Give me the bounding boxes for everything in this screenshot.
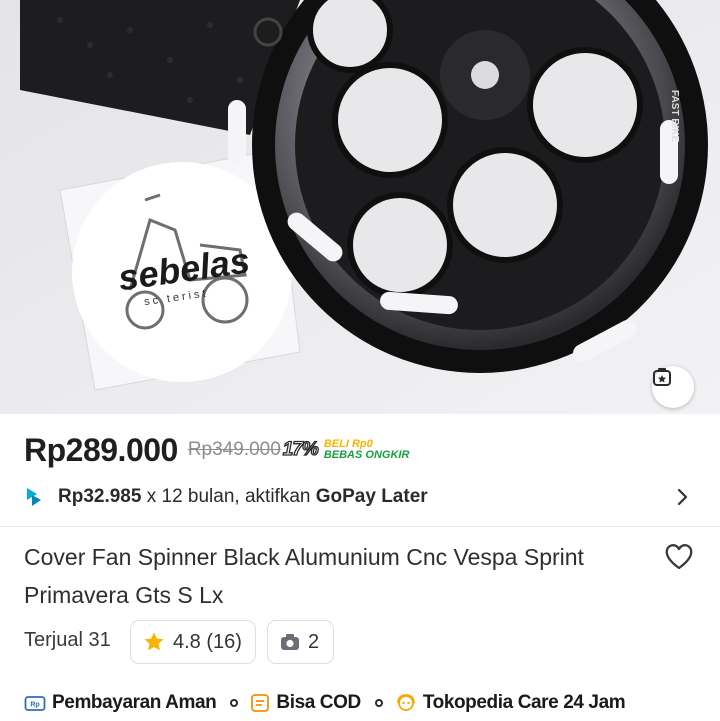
separator-dot <box>374 699 383 707</box>
gopay-icon <box>27 488 41 506</box>
product-photo: sebelas sc terist FAST BIKE <box>0 0 720 414</box>
payment-icon: Rp <box>24 696 46 711</box>
promo-line-2: BEBAS ONGKIR <box>323 449 410 461</box>
photo-count: 2 <box>308 630 320 653</box>
gopay-amount: Rp32.985 <box>58 486 142 507</box>
cover-text: FAST BIKE <box>669 90 680 143</box>
price-row: Rp289.000 Rp349.000 17% BELI Rp0 BEBAS O… <box>24 428 409 472</box>
camera-icon <box>281 634 299 650</box>
separator-dot <box>230 699 239 707</box>
chevron-right-icon <box>677 488 688 506</box>
svg-text:Rp: Rp <box>30 702 39 709</box>
original-price: Rp349.000 <box>187 439 281 460</box>
free-shipping-badge: BELI Rp0 BEBAS ONGKIR <box>324 439 410 461</box>
benefit-label: Tokopedia Care 24 Jam <box>422 692 626 713</box>
benefits-row: Rp Pembayaran Aman Bisa COD Tokopedia Ca… <box>24 690 626 716</box>
heart-icon <box>665 544 693 570</box>
benefit-cod: Bisa COD <box>250 692 361 714</box>
gopay-text: Rp32.985 x 12 bulan, aktifkan GoPay Late… <box>58 486 428 508</box>
gopay-brand: GoPay Later <box>315 486 428 507</box>
rating-value: 4.8 (16) <box>173 630 242 653</box>
camera-ar-icon <box>653 368 671 386</box>
benefit-payment: Rp Pembayaran Aman <box>24 692 217 714</box>
current-price: Rp289.000 <box>24 431 178 468</box>
wishlist-button[interactable] <box>660 538 698 576</box>
product-title: Cover Fan Spinner Black Alumunium Cnc Ve… <box>24 544 584 608</box>
care-icon <box>396 694 415 711</box>
star-icon <box>144 632 164 651</box>
ar-view-button[interactable] <box>652 366 694 408</box>
cod-icon <box>251 694 270 712</box>
divider <box>0 526 720 527</box>
benefit-care: Tokopedia Care 24 Jam <box>395 692 626 714</box>
benefit-label: Pembayaran Aman <box>52 692 217 713</box>
benefit-label: Bisa COD <box>276 692 361 713</box>
rating-chip[interactable]: 4.8 (16) <box>130 620 256 664</box>
sold-count: Terjual 31 <box>24 629 111 651</box>
photo-review-chip[interactable]: 2 <box>267 620 334 664</box>
discount-badge: 17% <box>282 438 319 460</box>
product-image[interactable]: sebelas sc terist FAST BIKE <box>0 0 720 414</box>
gopay-tenor: x 12 bulan, aktifkan <box>141 486 316 507</box>
gopay-later-row[interactable]: Rp32.985 x 12 bulan, aktifkan GoPay Late… <box>0 480 720 514</box>
